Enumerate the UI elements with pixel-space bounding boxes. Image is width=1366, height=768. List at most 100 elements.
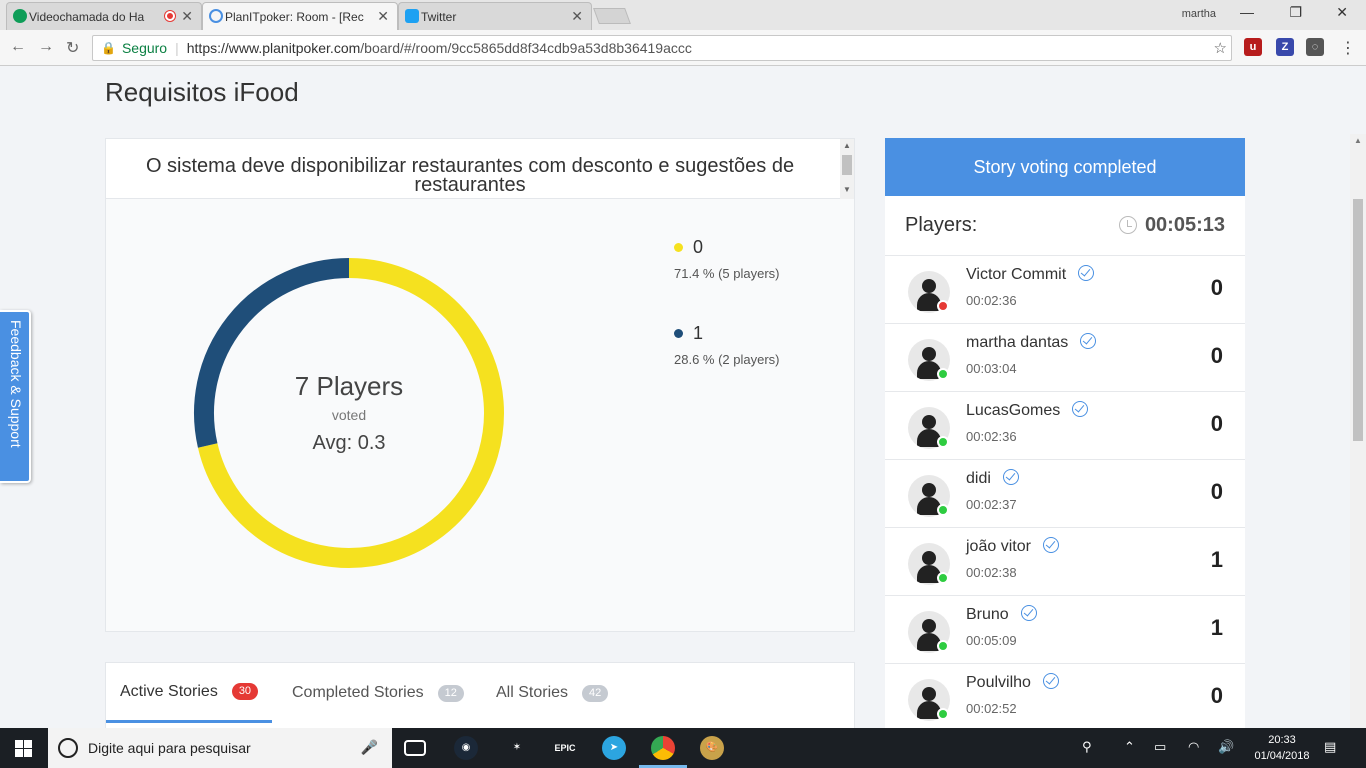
legend-value: 1 [693,323,704,343]
feedback-support-button[interactable]: Feedback & Support [0,310,31,483]
scroll-thumb[interactable] [1353,199,1363,441]
restore-icon[interactable]: ❐ [1289,4,1302,21]
url-host: https://www.planitpoker.com [186,40,361,56]
tab-label: All Stories [496,684,569,701]
tab-completed-stories[interactable]: Completed Stories 12 [292,663,464,723]
epic-games-icon[interactable]: EPIC [553,736,577,760]
search-placeholder: Digite aqui para pesquisar [88,740,251,756]
chrome-icon[interactable] [651,736,675,760]
player-row: martha dantas 00:03:04 0 [885,324,1245,392]
tab-active-stories[interactable]: Active Stories 30 [106,663,273,723]
volume-icon[interactable]: 🔊 [1218,739,1234,755]
legend-dot [674,329,683,338]
planitpoker-icon [209,9,223,23]
close-tab-icon[interactable]: ✕ [571,8,583,25]
forward-icon[interactable]: → [38,38,54,56]
player-name: Poulvilho [966,673,1059,692]
tab-all-stories[interactable]: All Stories 42 [496,663,609,723]
show-hidden-icons[interactable]: ⌃ [1124,739,1135,755]
online-status-icon [937,708,949,720]
divider: | [175,40,179,56]
battery-icon[interactable]: ▭ [1154,739,1166,755]
story-title: O sistema deve disponibilizar restaurant… [106,139,854,199]
count-badge: 12 [437,684,464,702]
task-view-icon[interactable] [404,740,426,756]
voted-check-icon [1072,401,1089,417]
z-extension-icon[interactable]: Z [1276,38,1294,56]
voted-check-icon [1078,265,1095,281]
tab-label: Active Stories [120,682,218,700]
address-bar[interactable]: 🔒 Seguro | https://www.planitpoker.com/b… [92,35,1232,61]
player-name-text: martha dantas [966,334,1069,351]
online-status-icon [937,368,949,380]
lock-icon: 🔒 [101,41,116,55]
player-time: 00:03:04 [966,361,1017,376]
taskbar-search[interactable]: Digite aqui para pesquisar 🎤 [48,728,392,768]
extension-icon[interactable]: ◌ [1306,38,1324,56]
tab-planitpoker[interactable]: PlanITpoker: Room - [Rec ✕ [202,2,398,30]
tab-twitter[interactable]: Twitter ✕ [398,2,592,30]
page-scrollbar[interactable]: ▲ ▼ [1350,134,1366,728]
story-title-scrollbar[interactable]: ▲ ▼ [840,139,854,199]
people-icon[interactable]: ⚲ [1082,739,1092,755]
stories-tabs: Active Stories 30 Completed Stories 12 A… [105,662,855,728]
voting-timer: 00:05:13 [1144,214,1225,236]
wifi-icon[interactable]: ◠ [1188,739,1199,755]
online-status-icon [937,300,949,312]
player-vote: 1 [1210,547,1223,572]
system-clock[interactable]: 20:33 01/04/2018 [1252,732,1312,764]
legend-item-0: 0 71.4 % (5 players) [674,237,780,281]
ublock-icon[interactable]: u [1244,38,1262,56]
online-status-icon [937,504,949,516]
player-vote: 0 [1210,479,1223,504]
online-status-icon [937,436,949,448]
recording-icon [165,11,175,21]
steam-icon[interactable]: ◉ [454,736,478,760]
tab-videochamada[interactable]: Videochamada do Ha ✕ [6,2,202,30]
microphone-icon[interactable]: 🎤 [361,739,378,756]
close-tab-icon[interactable]: ✕ [181,8,193,25]
cortana-icon [58,738,78,758]
close-window-icon[interactable]: ✕ [1336,4,1348,21]
count-badge: 42 [582,684,609,702]
voted-check-icon [1042,537,1059,553]
close-tab-icon[interactable]: ✕ [377,8,389,25]
scroll-down-icon[interactable]: ▼ [843,185,851,194]
paint-icon[interactable]: 🎨 [700,736,724,760]
page-content: Requisitos iFood O sistema deve disponib… [0,67,1366,728]
url-text: https://www.planitpoker.com/board/#/room… [187,40,692,56]
scroll-up-icon[interactable]: ▲ [1354,136,1362,145]
player-vote: 1 [1210,615,1223,640]
new-tab-button[interactable] [593,8,631,24]
start-button[interactable] [15,740,32,757]
clock-time: 20:33 [1268,734,1296,746]
legend-dot [674,243,683,252]
average-vote: Avg: 0.3 [312,432,386,454]
scroll-up-icon[interactable]: ▲ [843,141,851,150]
player-time: 00:02:36 [966,293,1017,308]
voted-check-icon [1002,469,1019,485]
player-name-text: Victor Commit [966,266,1067,283]
legend-percentage: 71.4 % (5 players) [674,266,780,281]
telegram-icon[interactable]: ➤ [602,736,626,760]
notifications-icon[interactable]: ▤ [1324,739,1336,755]
reload-icon[interactable]: ↻ [66,38,79,58]
battlenet-icon[interactable]: ✶ [505,736,529,760]
player-vote: 0 [1210,683,1223,708]
player-name: Victor Commit [966,265,1095,284]
player-vote: 0 [1210,411,1223,436]
minimize-icon[interactable]: — [1240,4,1254,20]
clock-icon [1119,216,1137,234]
profile-name[interactable]: martha [1182,8,1216,20]
voted-label: voted [331,407,367,423]
bookmark-star-icon[interactable]: ☆ [1214,39,1227,57]
scroll-thumb[interactable] [842,155,852,175]
back-icon[interactable]: ← [10,38,26,56]
clock-date: 01/04/2018 [1254,750,1310,762]
legend-value: 0 [693,237,704,257]
players-panel: Story voting completed Players: 00:05:13… [885,138,1245,728]
players-header: Players: 00:05:13 [885,196,1245,256]
player-row: didi 00:02:37 0 [885,460,1245,528]
hangouts-icon [13,9,27,23]
chrome-menu-icon[interactable]: ⋮ [1340,38,1356,58]
